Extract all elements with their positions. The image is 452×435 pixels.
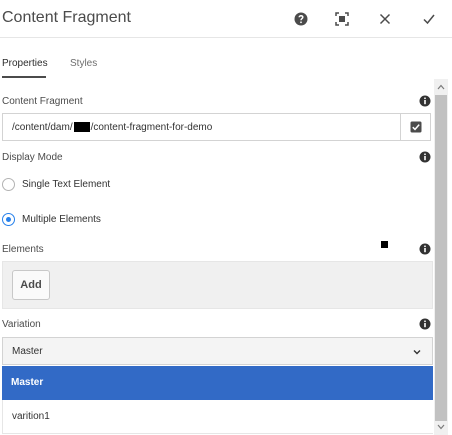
scroll-up-arrow-icon (437, 84, 445, 90)
browse-button[interactable] (400, 113, 431, 141)
variation-option-varition1[interactable]: varition1 (2, 400, 433, 434)
add-button[interactable]: Add (12, 270, 50, 300)
radio-single-text-element[interactable]: Single Text Element (2, 176, 110, 192)
elements-multifield: Add (2, 261, 433, 309)
radio-button-checked[interactable] (2, 212, 15, 226)
help-button[interactable] (291, 9, 311, 29)
done-button[interactable] (419, 9, 439, 29)
redaction-marker (381, 241, 388, 248)
close-button[interactable] (375, 9, 395, 29)
variation-select[interactable]: Master (2, 337, 433, 365)
scrollbar[interactable] (434, 79, 448, 435)
elements-label: Elements (2, 244, 44, 255)
scroll-down-button[interactable] (434, 421, 448, 433)
dialog-header: Content Fragment (0, 0, 452, 38)
variation-option-master[interactable]: Master (2, 366, 433, 400)
info-icon[interactable] (419, 243, 431, 255)
close-icon (379, 13, 391, 25)
scrollbar-thumb[interactable] (435, 95, 447, 421)
checkbox-icon (410, 121, 421, 133)
fullscreen-icon (335, 12, 349, 26)
checkmark-icon (423, 14, 435, 25)
path-suffix: /content-fragment-for-demo (90, 122, 213, 133)
variation-selected-value: Master (12, 346, 43, 357)
variation-label: Variation (2, 319, 41, 330)
tab-list: Properties Styles (0, 56, 440, 78)
fullscreen-button[interactable] (332, 9, 352, 29)
tab-styles[interactable]: Styles (70, 56, 97, 78)
radio-multiple-elements[interactable]: Multiple Elements (2, 211, 101, 227)
tab-properties[interactable]: Properties (2, 56, 48, 78)
help-icon (294, 12, 308, 26)
content-fragment-label: Content Fragment (2, 96, 83, 107)
redaction-block (73, 122, 90, 133)
info-icon[interactable] (419, 151, 431, 163)
scroll-down-arrow-icon (437, 424, 445, 430)
path-prefix: /content/dam/ (12, 122, 73, 133)
radio-button[interactable] (2, 177, 15, 191)
info-icon[interactable] (419, 318, 431, 330)
content-fragment-path-input[interactable]: /content/dam/ /content-fragment-for-demo (2, 113, 400, 141)
display-mode-label: Display Mode (2, 152, 63, 163)
radio-label: Multiple Elements (22, 213, 101, 225)
dialog-title: Content Fragment (2, 9, 131, 26)
info-icon[interactable] (419, 95, 431, 107)
chevron-down-icon (413, 350, 421, 355)
scroll-up-button[interactable] (434, 81, 448, 93)
radio-label: Single Text Element (22, 178, 111, 190)
